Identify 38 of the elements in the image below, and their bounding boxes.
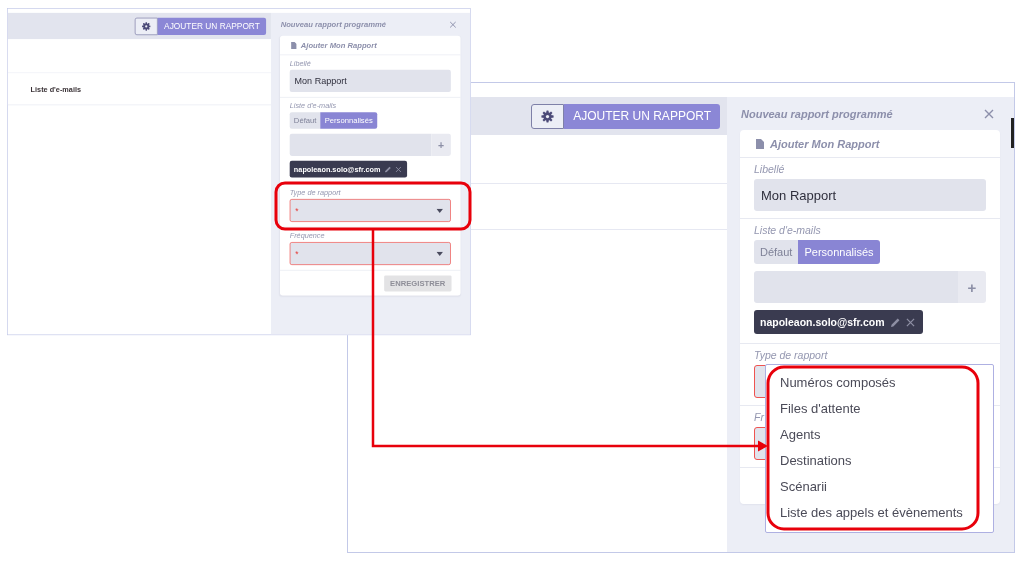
close-icon[interactable]	[984, 108, 994, 119]
dropdown-option[interactable]: Scénarii	[766, 474, 993, 500]
add-email-button[interactable]: +	[958, 271, 986, 303]
dropdown-option[interactable]: Agents	[766, 422, 993, 448]
field-label: Libellé	[754, 163, 785, 175]
document-icon	[756, 138, 764, 149]
add-email-button[interactable]: +	[431, 133, 451, 156]
dropdown-option[interactable]: Numéros composés	[766, 370, 993, 396]
text-input[interactable]: Mon Rapport	[289, 69, 451, 93]
select-field[interactable]: *	[289, 199, 451, 222]
pencil-icon[interactable]	[890, 317, 900, 327]
close-icon[interactable]	[905, 317, 915, 327]
toggle-option[interactable]: Personnalisés	[798, 240, 880, 264]
email-input[interactable]	[754, 271, 958, 303]
field-label: Fr	[754, 411, 764, 423]
settings-icon	[141, 21, 151, 31]
panel-title: Nouveau rapport programmé	[741, 107, 893, 120]
required-mark: *	[295, 248, 299, 259]
settings-icon	[541, 109, 555, 123]
select-field[interactable]: *	[289, 242, 451, 265]
dropdown-option[interactable]: Liste des appels et évènements	[766, 500, 993, 526]
required-mark: *	[295, 205, 299, 216]
card-title: Ajouter Mon Rapport	[770, 137, 880, 150]
settings-button[interactable]	[134, 17, 158, 35]
dropdown-option[interactable]: Files d'attente	[766, 396, 993, 422]
add-report-button[interactable]: AJOUTER UN RAPPORT	[564, 103, 720, 129]
text-input[interactable]: Mon Rapport	[754, 179, 986, 211]
toggle-option[interactable]: Défaut	[754, 240, 799, 264]
dropdown-option[interactable]: Destinations	[766, 448, 993, 474]
add-report-button[interactable]: AJOUTER UN RAPPORT	[157, 17, 267, 35]
pencil-icon[interactable]	[384, 166, 391, 173]
settings-button[interactable]	[531, 103, 565, 129]
field-label: Liste d'e-mails	[754, 224, 821, 236]
field-label: Type de rapport	[754, 349, 828, 361]
scrollbar-thumb[interactable]	[1011, 118, 1014, 148]
email-input[interactable]	[289, 133, 432, 156]
document-icon	[291, 41, 297, 49]
chip-text: napoleaon.solo@sfr.com	[760, 316, 885, 328]
